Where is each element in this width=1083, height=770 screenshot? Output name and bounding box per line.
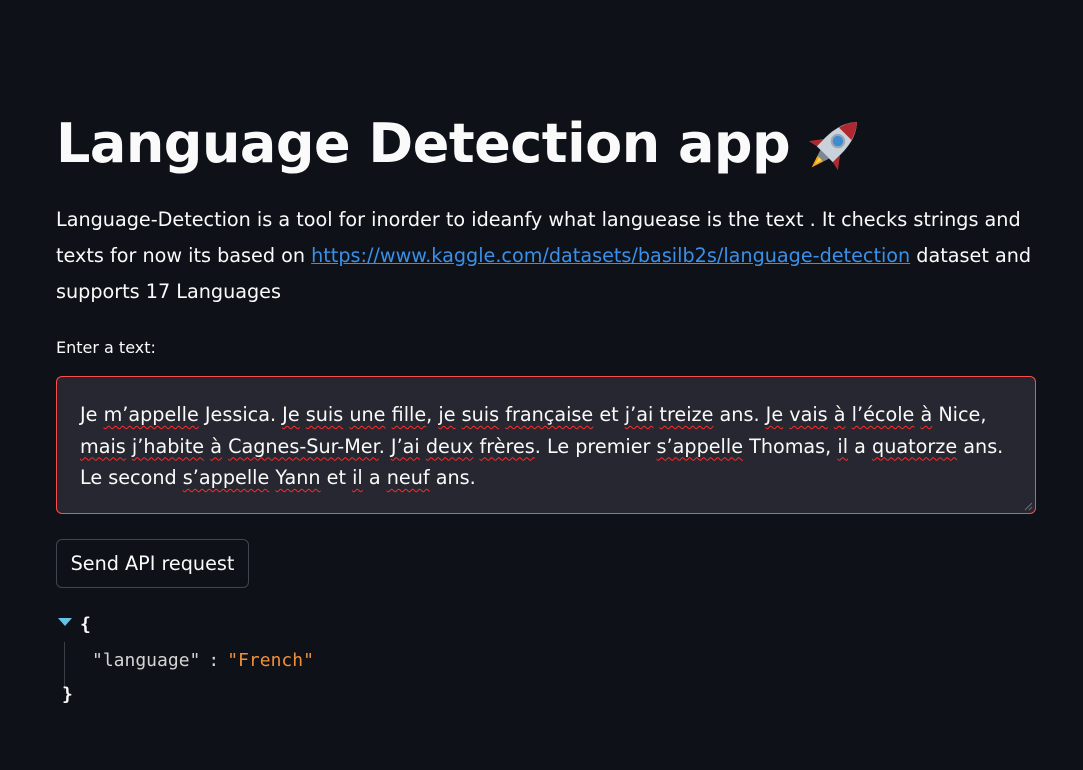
spellcheck-word: frères [479,434,535,458]
spellcheck-word: quatorze [872,434,958,458]
spellcheck-word: à [920,403,933,426]
text-segment: Je [80,403,104,426]
text-segment: ans. [713,403,766,426]
spellcheck-word: à [210,434,222,458]
spellcheck-word: suis [461,403,500,426]
spellcheck-word: Je [282,403,300,426]
json-close-brace: } [62,684,73,705]
text-segment: Thomas, [743,434,838,458]
spellcheck-word: il [352,466,363,489]
spellcheck-word: treize [659,403,714,426]
page-title: Language Detection app [56,108,868,180]
spellcheck-word: suis [305,403,344,426]
text-input[interactable]: Je m’appelle Jessica. Je suis une fille,… [56,376,1036,514]
page-title-text: Language Detection app [56,112,791,175]
spellcheck-word: neuf [386,466,430,489]
text-segment: ans. [429,466,476,489]
spellcheck-word: je [438,403,456,426]
text-segment: Jessica. [198,403,283,426]
spellcheck-word: une [349,403,386,426]
spellcheck-word: vais [789,403,828,426]
spellcheck-word: Cagnes-Sur-Mer [228,434,379,458]
text-segment: et [593,403,625,426]
spellcheck-word: s’appelle [182,466,270,489]
app-description: Language-Detection is a tool for inorder… [56,202,1046,310]
text-segment: . Le premier [534,434,657,458]
json-key: "language" [92,650,201,671]
app-page: Language Detection app Language-Detectio… [0,0,1083,770]
spellcheck-word: m’appelle [103,403,199,426]
send-api-request-button[interactable]: Send API request [56,539,249,588]
spellcheck-word: Yann [275,466,321,489]
text-segment: . [378,434,391,458]
text-input-label: Enter a text: [56,338,156,357]
text-segment: et [320,466,353,489]
spellcheck-word: Je [765,403,784,426]
spellcheck-word: française [505,403,594,426]
dataset-link[interactable]: https://www.kaggle.com/datasets/basilb2s… [311,244,910,267]
resize-handle-icon[interactable] [1023,501,1033,511]
json-entry: "language": "French" [92,650,314,671]
rocket-icon [802,111,868,177]
spellcheck-word: s’appelle [656,434,744,458]
text-segment: a [848,434,873,458]
spellcheck-word: j’habite [131,434,205,458]
spellcheck-word: il [837,434,849,458]
spellcheck-word: fille [391,403,427,426]
spellcheck-word: mais [80,434,126,458]
json-indent-guide [64,642,65,690]
json-colon: : [208,650,220,671]
json-open-brace: { [80,614,91,635]
collapse-toggle-icon[interactable] [58,618,72,626]
text-segment: , [426,403,439,426]
text-segment: Nice, [932,403,987,426]
json-value: "French" [227,650,314,671]
text-segment: a [362,466,387,489]
spellcheck-word: deux [425,434,474,458]
spellcheck-word: j’ai [624,403,654,426]
spellcheck-word: l’école [851,403,915,426]
spellcheck-word: à [833,403,846,426]
spellcheck-word: J’ai [390,434,420,458]
